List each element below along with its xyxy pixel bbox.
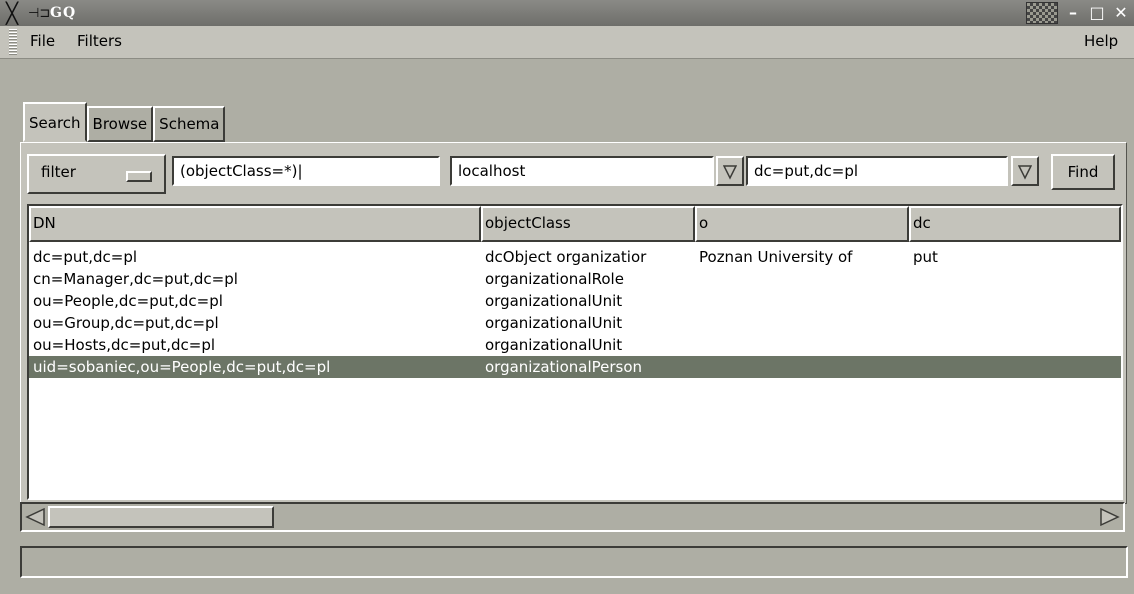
- table-cell: organizationalUnit: [485, 292, 623, 310]
- menu-help[interactable]: Help: [1084, 32, 1118, 50]
- table-cell: ou=People,dc=put,dc=pl: [33, 292, 223, 310]
- table-cell: [909, 334, 1121, 356]
- menu-bar: File Filters Help: [0, 26, 1134, 59]
- table-row[interactable]: cn=Manager,dc=put,dc=pl organizationalRol…: [29, 268, 1121, 290]
- results-header: DN objectClass o dc: [29, 206, 1121, 242]
- table-row[interactable]: ou=Hosts,dc=put,dc=pl organizationalUnit: [29, 334, 1121, 356]
- column-header[interactable]: o: [695, 206, 909, 242]
- filter-input-value: (objectClass=*): [180, 162, 298, 180]
- basedn-dropdown-button[interactable]: [1011, 156, 1039, 186]
- title-bar: ╳ ⊣⊐ GQ – □ ✕: [0, 0, 1134, 26]
- table-cell: [695, 290, 909, 312]
- server-value: localhost: [458, 162, 526, 180]
- table-cell: organizationalPerson: [485, 358, 643, 376]
- pin-icon[interactable]: ⊣⊐: [28, 6, 50, 21]
- table-cell: organizationalRole: [485, 270, 624, 288]
- menu-file[interactable]: File: [30, 32, 55, 50]
- checker-icon[interactable]: [1026, 2, 1058, 24]
- maximize-icon[interactable]: □: [1088, 4, 1106, 22]
- menubar-grip[interactable]: [9, 29, 17, 55]
- table-cell: cn=Manager,dc=put,dc=pl: [33, 270, 238, 288]
- close-icon[interactable]: ✕: [1112, 4, 1130, 22]
- menu-filters[interactable]: Filters: [77, 32, 122, 50]
- table-cell: [909, 312, 1121, 334]
- basedn-combo-input[interactable]: dc=put,dc=pl: [746, 156, 1008, 186]
- table-cell: ou=Hosts,dc=put,dc=pl: [33, 336, 216, 354]
- column-header[interactable]: objectClass: [481, 206, 695, 242]
- table-cell: [695, 356, 909, 378]
- column-header[interactable]: dc: [909, 206, 1121, 242]
- column-header[interactable]: DN: [29, 206, 481, 242]
- option-indicator-icon: [126, 171, 152, 182]
- table-cell: [695, 312, 909, 334]
- search-mode-option-menu[interactable]: filter: [27, 154, 166, 194]
- minimize-icon[interactable]: –: [1064, 4, 1082, 22]
- tab-bar: Search Browse Schema: [23, 102, 226, 142]
- table-cell: organizationalUnit: [485, 336, 623, 354]
- table-cell: uid=sobaniec,ou=People,dc=put,dc=pl: [33, 358, 331, 376]
- chevron-down-icon: [1018, 165, 1032, 180]
- table-cell: dc=put,dc=pl: [33, 248, 138, 266]
- search-mode-label: filter: [41, 163, 76, 181]
- table-cell: Poznan University of: [699, 248, 853, 266]
- results-list[interactable]: DN objectClass o dc dc=put,dc=pl dcObject or…: [27, 204, 1123, 500]
- window-title: GQ: [50, 5, 77, 21]
- table-row[interactable]: uid=sobaniec,ou=People,dc=put,dc=pl organ…: [29, 356, 1121, 378]
- text-cursor: |: [297, 162, 303, 180]
- table-row[interactable]: dc=put,dc=pl dcObject organizatior Poznan …: [29, 246, 1121, 268]
- find-button[interactable]: Find: [1051, 154, 1115, 190]
- tab-browse[interactable]: Browse: [86, 106, 154, 142]
- table-cell: [695, 268, 909, 290]
- table-cell: ou=Group,dc=put,dc=pl: [33, 314, 219, 332]
- table-cell: [909, 268, 1121, 290]
- table-cell: [695, 334, 909, 356]
- table-row[interactable]: ou=Group,dc=put,dc=pl organizationalUnit: [29, 312, 1121, 334]
- server-combo-input[interactable]: localhost: [450, 156, 714, 186]
- horizontal-scrollbar[interactable]: [20, 502, 1125, 532]
- scrollbar-thumb[interactable]: [48, 506, 274, 528]
- status-bar: [20, 546, 1128, 578]
- table-row[interactable]: ou=People,dc=put,dc=pl organizationalUnit: [29, 290, 1121, 312]
- tab-search[interactable]: Search: [23, 102, 87, 142]
- table-cell: organizationalUnit: [485, 314, 623, 332]
- table-cell: [909, 290, 1121, 312]
- basedn-value: dc=put,dc=pl: [754, 162, 859, 180]
- table-cell: dcObject organizatior: [485, 248, 647, 266]
- tab-schema[interactable]: Schema: [153, 106, 226, 142]
- table-cell: put: [913, 248, 938, 266]
- server-dropdown-button[interactable]: [716, 156, 744, 186]
- x-logo-icon[interactable]: ╳: [6, 2, 28, 24]
- scroll-left-icon[interactable]: [24, 506, 46, 528]
- filter-input[interactable]: (objectClass=*)|: [172, 156, 440, 186]
- chevron-down-icon: [723, 165, 737, 180]
- results-rows: dc=put,dc=pl dcObject organizatior Poznan …: [29, 246, 1121, 378]
- scroll-right-icon[interactable]: [1099, 506, 1121, 528]
- table-cell: [909, 356, 1121, 378]
